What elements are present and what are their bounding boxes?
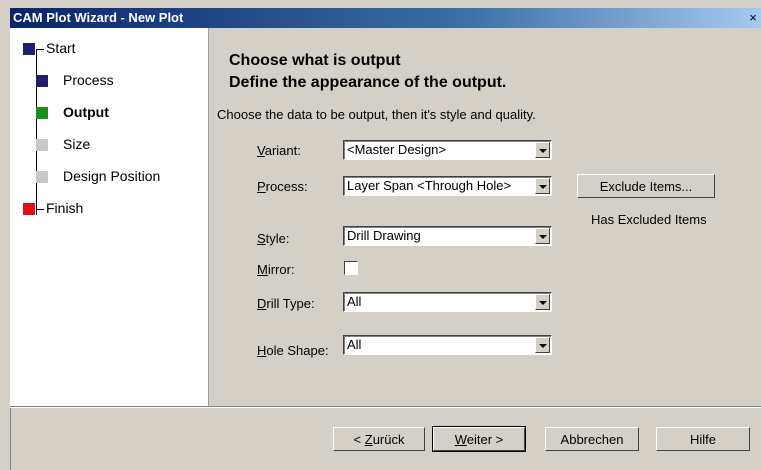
back-button[interactable]: < Zurück (333, 427, 425, 451)
back-button-accel: Z (364, 432, 373, 447)
chevron-down-icon[interactable] (535, 294, 550, 310)
variant-select[interactable]: <Master Design> (343, 140, 552, 160)
variant-label: Variant: (257, 143, 301, 158)
style-value: Drill Drawing (347, 228, 421, 243)
step-finish[interactable]: Finish (46, 200, 83, 216)
style-label: Style: (257, 231, 290, 246)
hole-shape-select[interactable]: All (343, 335, 552, 355)
step-process[interactable]: Process (63, 72, 114, 88)
cancel-button[interactable]: Abbrechen (545, 427, 639, 451)
style-label-accel: S (257, 231, 266, 246)
step-output[interactable]: Output (63, 104, 109, 120)
step-start-branch (36, 49, 44, 50)
variant-value: <Master Design> (347, 142, 446, 157)
variant-label-accel: V (257, 143, 265, 158)
step-finish-marker (23, 203, 35, 215)
process-value: Layer Span <Through Hole> (347, 178, 512, 193)
drill-type-label-text: rill Type: (266, 296, 315, 311)
process-label-accel: P (257, 179, 266, 194)
back-button-label: urück (372, 432, 405, 447)
step-size-marker (36, 139, 48, 151)
mirror-label-accel: M (257, 262, 268, 277)
step-output-marker (36, 107, 48, 119)
window-title: CAM Plot Wizard - New Plot (13, 10, 184, 25)
chevron-down-icon[interactable] (535, 178, 550, 194)
mirror-label: Mirror: (257, 262, 295, 277)
drill-type-label-accel: D (257, 296, 267, 311)
page-title: Choose what is output (229, 52, 401, 69)
step-start[interactable]: Start (46, 40, 76, 56)
process-select[interactable]: Layer Span <Through Hole> (343, 176, 552, 196)
drill-type-label: Drill Type: (257, 296, 315, 311)
step-process-marker (36, 75, 48, 87)
excluded-items-status: Has Excluded Items (591, 212, 707, 227)
step-size[interactable]: Size (63, 136, 90, 152)
hole-shape-label-text: ole Shape: (266, 343, 329, 358)
step-start-marker (23, 43, 35, 55)
help-button[interactable]: Hilfe (656, 427, 750, 451)
step-design-position-marker (36, 171, 48, 183)
next-button[interactable]: Weiter > (432, 426, 526, 452)
next-button-label: eiter > (466, 432, 504, 447)
mirror-label-text: irror: (267, 262, 295, 277)
style-select[interactable]: Drill Drawing (343, 226, 552, 246)
process-label-text: rocess: (265, 179, 308, 194)
next-button-accel: W (454, 432, 467, 447)
mirror-checkbox[interactable] (344, 261, 358, 275)
process-label: Process: (257, 179, 308, 194)
chevron-down-icon[interactable] (535, 228, 550, 244)
back-button-prefix: < (353, 432, 365, 447)
drill-type-value: All (347, 294, 362, 309)
footer-separator (10, 406, 761, 408)
chevron-down-icon[interactable] (535, 337, 550, 353)
chevron-down-icon[interactable] (535, 142, 550, 158)
close-icon[interactable]: × (745, 10, 761, 26)
title-bar: CAM Plot Wizard - New Plot × (10, 8, 761, 28)
page-description: Choose the data to be output, then it's … (217, 107, 536, 122)
exclude-items-button[interactable]: Exclude Items... (577, 174, 715, 198)
drill-type-select[interactable]: All (343, 292, 552, 312)
page-subtitle: Define the appearance of the output. (229, 74, 507, 91)
hole-shape-value: All (347, 337, 362, 352)
step-design-position[interactable]: Design Position (63, 168, 160, 184)
variant-label-text: ariant: (264, 143, 301, 158)
hole-shape-label: Hole Shape: (257, 343, 329, 358)
hole-shape-label-accel: H (257, 343, 267, 358)
step-finish-branch (36, 209, 44, 210)
style-label-text: tyle: (265, 231, 290, 246)
